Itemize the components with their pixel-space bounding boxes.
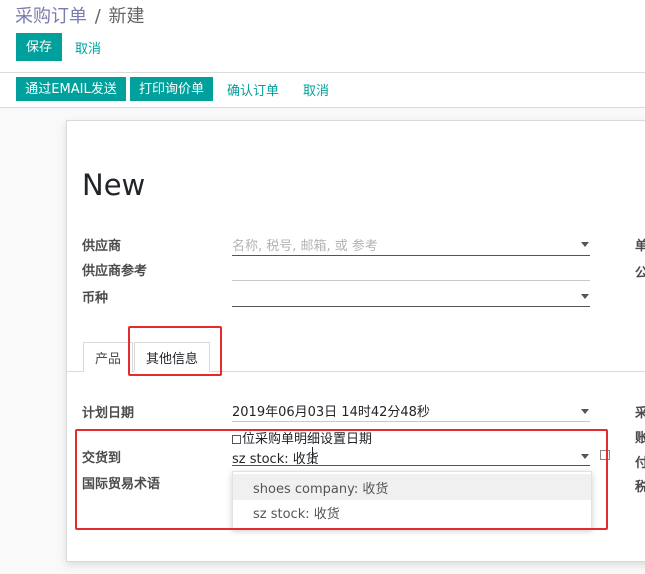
right-label-1: 单 xyxy=(635,239,645,254)
breadcrumb-separator: / xyxy=(94,6,101,27)
send-email-button[interactable]: 通过EMAIL发送 xyxy=(16,77,126,101)
right-label-6: 税 xyxy=(635,480,645,495)
highlight-box-deliver xyxy=(75,429,608,530)
save-button[interactable]: 保存 xyxy=(16,33,62,61)
cancel-order-button[interactable]: 取消 xyxy=(303,77,329,101)
currency-field[interactable] xyxy=(232,282,590,307)
right-label-2: 公 xyxy=(635,266,645,281)
right-label-5: 付 xyxy=(635,456,645,471)
currency-dropdown-caret-icon[interactable] xyxy=(581,294,589,299)
highlight-box-tab xyxy=(128,326,222,376)
confirm-order-button[interactable]: 确认订单 xyxy=(227,77,279,101)
vendor-placeholder: 名称, 税号, 邮箱, 或 参考 xyxy=(232,239,378,254)
vendor-dropdown-caret-icon[interactable] xyxy=(581,242,589,247)
discard-button[interactable]: 取消 xyxy=(75,33,101,61)
planned-date-caret-icon[interactable] xyxy=(581,409,589,414)
breadcrumb: 采购订单 / 新建 xyxy=(15,2,145,28)
planned-date-value: 2019年06月03日 14时42分48秒 xyxy=(232,405,430,420)
tab-products[interactable]: 产品 xyxy=(83,342,133,372)
right-label-3: 采 xyxy=(635,406,645,421)
right-label-4: 账 xyxy=(635,431,645,446)
print-rfq-button[interactable]: 打印询价单 xyxy=(130,77,213,101)
vendor-label: 供应商 xyxy=(82,239,122,254)
vendor-ref-field[interactable] xyxy=(232,256,590,281)
planned-date-label: 计划日期 xyxy=(82,406,135,421)
order-name: New xyxy=(82,168,146,202)
breadcrumb-parent[interactable]: 采购订单 xyxy=(15,6,87,27)
breadcrumb-current: 新建 xyxy=(108,6,145,27)
vendor-ref-label: 供应商参考 xyxy=(82,264,148,279)
currency-label: 币种 xyxy=(82,291,109,306)
